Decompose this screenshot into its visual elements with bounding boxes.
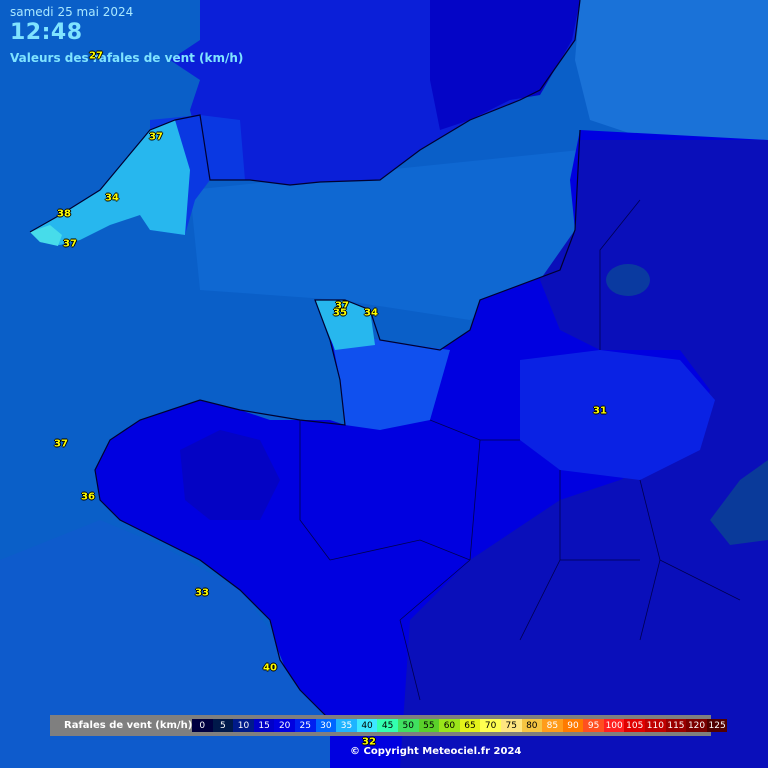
legend-bin-15: 15 — [253, 719, 275, 732]
legend-bin-85: 85 — [542, 719, 563, 732]
station-value: 37 — [54, 438, 68, 450]
legend-bin-25: 25 — [294, 719, 316, 732]
station-value: 38 — [57, 208, 71, 220]
copyright-text: © Copyright Meteociel.fr 2024 — [350, 746, 522, 757]
station-value: 37 — [63, 238, 77, 250]
station-value: 34 — [105, 192, 119, 204]
station-value: 40 — [263, 662, 277, 674]
station-value: 34 — [364, 307, 378, 319]
legend-bin-50: 50 — [397, 719, 419, 732]
wind-gust-map — [0, 0, 768, 768]
legend-bin-70: 70 — [480, 719, 501, 732]
legend-bin-90: 90 — [562, 719, 584, 732]
map-date: samedi 25 mai 2024 — [10, 5, 134, 19]
legend-bin-125: 125 — [706, 719, 728, 732]
legend-bin-115: 115 — [665, 719, 687, 732]
legend-bin-20: 20 — [274, 719, 295, 732]
legend-bin-30: 30 — [315, 719, 337, 732]
station-value: 31 — [593, 405, 607, 417]
legend-bin-40: 40 — [356, 719, 378, 732]
legend-bin-5: 5 — [212, 719, 234, 732]
legend-bin-120: 120 — [686, 719, 707, 732]
legend-bin-45: 45 — [377, 719, 398, 732]
legend-bar: Rafales de vent (km/h) 0 5 10 15 20 25 30 35 40 4… — [50, 715, 728, 736]
station-value: 33 — [195, 587, 209, 599]
legend-bin-110: 110 — [645, 719, 666, 732]
north-sea — [575, 0, 768, 140]
legend-bin-75: 75 — [500, 719, 522, 732]
legend-bin-60: 60 — [439, 719, 460, 732]
legend-bins: 0 5 10 15 20 25 30 35 40 45 50 55 60 65 70 75 80 85 90 95 10… — [192, 719, 728, 732]
map-time: 12:48 — [10, 20, 83, 45]
map-subtitle: Valeurs des rafales de vent (km/h) — [10, 51, 244, 65]
legend-bin-95: 95 — [583, 719, 604, 732]
legend-title: Rafales de vent (km/h) — [64, 720, 193, 731]
legend-bin-105: 105 — [624, 719, 646, 732]
legend-bin-10: 10 — [233, 719, 254, 732]
legend-bin-80: 80 — [521, 719, 543, 732]
station-value: 35 — [333, 307, 347, 319]
legend-bin-0: 0 — [192, 719, 213, 732]
slate-zone-north — [606, 264, 650, 296]
legend-bin-55: 55 — [418, 719, 440, 732]
station-value: 27 — [89, 50, 103, 62]
station-value: 36 — [81, 491, 95, 503]
legend-bin-100: 100 — [603, 719, 625, 732]
legend-bin-35: 35 — [336, 719, 357, 732]
legend-bin-65: 65 — [459, 719, 481, 732]
station-value: 37 — [149, 131, 163, 143]
